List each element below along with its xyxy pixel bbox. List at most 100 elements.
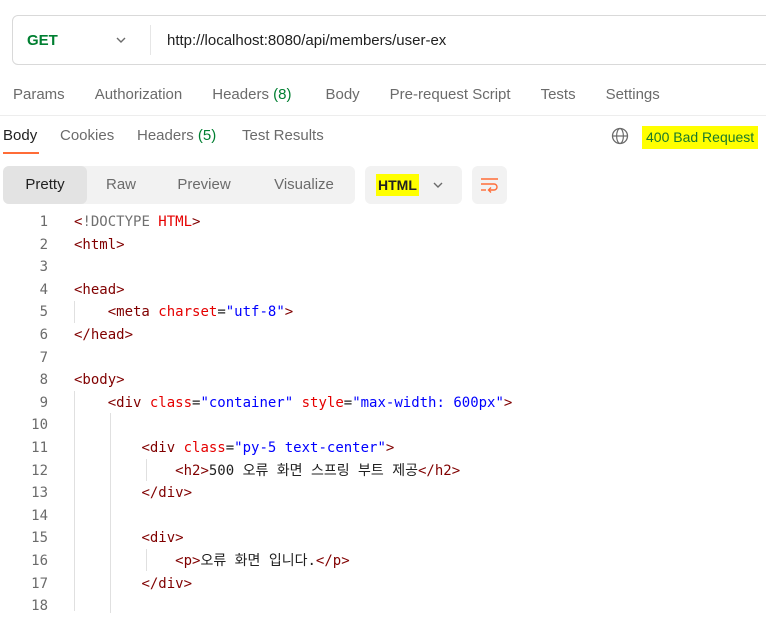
code-text: <body> (74, 369, 125, 392)
code-token: </h2> (417, 462, 461, 479)
code-line: 10 (0, 414, 766, 437)
view-mode-toggle: Pretty Raw Preview Visualize (3, 166, 355, 204)
line-number: 2 (39, 236, 48, 253)
active-tab-underline (3, 152, 39, 154)
code-token: > (385, 439, 395, 456)
tab-authorization[interactable]: Authorization (95, 86, 183, 103)
code-token: <div (141, 439, 176, 456)
code-token: 500 오류 화면 스프링 부트 제공 (208, 462, 418, 479)
code-line: 1 <!DOCTYPE HTML> (0, 211, 766, 234)
code-line: 14 (0, 505, 766, 528)
format-label: HTML (376, 174, 419, 196)
response-tab-body[interactable]: Body (3, 127, 37, 144)
tab-pre-request-script[interactable]: Pre-request Script (390, 86, 511, 103)
line-number: 4 (39, 281, 48, 298)
code-token: = (225, 439, 235, 456)
line-number: 9 (39, 394, 48, 411)
line-number: 18 (31, 598, 48, 615)
tab-settings[interactable]: Settings (606, 86, 660, 103)
view-visualize[interactable]: Visualize (253, 166, 355, 204)
response-tab-headers-label: Headers (137, 127, 194, 144)
code-line: 7 (0, 347, 766, 370)
tab-tests[interactable]: Tests (541, 86, 576, 103)
code-line: 3 (0, 256, 766, 279)
code-token: </p> (315, 552, 350, 569)
code-line: 4 <head> (0, 279, 766, 302)
response-headers-count-badge: (5) (197, 127, 217, 144)
line-number: 17 (31, 575, 48, 592)
view-raw[interactable]: Raw (87, 166, 155, 204)
tab-headers[interactable]: Headers (8) (212, 86, 291, 103)
code-token: <p> (175, 552, 201, 569)
line-number: 16 (31, 552, 48, 569)
wrap-lines-button[interactable] (472, 166, 507, 204)
divider (0, 115, 766, 116)
code-token: "py-5 text-center" (234, 439, 386, 456)
line-number: 14 (31, 507, 48, 524)
code-token: <html> (74, 236, 125, 253)
headers-count-badge: (8) (273, 86, 292, 103)
globe-icon[interactable] (610, 126, 630, 146)
request-url-bar: GET http://localhost:8080/api/members/us… (12, 15, 766, 65)
code-line: 15 <div> (0, 527, 766, 550)
method-select[interactable]: GET (13, 25, 151, 55)
response-tab-test-results[interactable]: Test Results (242, 127, 324, 144)
view-preview[interactable]: Preview (155, 166, 253, 204)
code-line: 11 <div class="py-5 text-center"> (0, 437, 766, 460)
code-token: HTML (149, 214, 193, 230)
code-text: </head> (74, 324, 133, 347)
code-token: <meta (107, 304, 150, 321)
code-token: "max-width: 600px" (352, 394, 504, 411)
line-number: 11 (31, 439, 48, 456)
code-token: </div> (141, 575, 193, 592)
code-text: <!DOCTYPE HTML> (74, 211, 200, 234)
line-number: 10 (31, 417, 48, 434)
code-token: <div (107, 394, 142, 411)
chevron-down-icon (116, 37, 126, 43)
code-text: </div> (74, 573, 192, 596)
response-tab-cookies[interactable]: Cookies (60, 127, 114, 144)
code-token: <head> (74, 281, 125, 298)
code-token: charset (149, 304, 218, 321)
code-line: 6 </head> (0, 324, 766, 347)
wrap-icon (481, 178, 498, 193)
method-label: GET (27, 31, 58, 49)
chevron-down-icon (433, 182, 443, 188)
view-pretty[interactable]: Pretty (3, 166, 87, 204)
format-select[interactable]: HTML (365, 166, 462, 204)
response-tab-headers[interactable]: Headers (5) (137, 127, 216, 144)
code-line: 2 <html> (0, 234, 766, 257)
code-token: class (175, 439, 226, 456)
code-text: <p>오류 화면 입니다.</p> (74, 550, 350, 573)
code-token: !DOCTYPE (82, 214, 150, 230)
code-token: = (217, 304, 226, 321)
code-line: 13 </div> (0, 482, 766, 505)
line-number: 8 (39, 372, 48, 389)
code-token: 오류 화면 입니다. (200, 552, 316, 569)
code-line: 18 (0, 595, 766, 618)
code-token: "utf-8" (225, 304, 285, 321)
response-body-editor[interactable]: 1 <!DOCTYPE HTML> 2 <html> 3 4 <head> 5 <meta c… (0, 211, 766, 618)
code-token: > (284, 304, 294, 321)
code-token: style (293, 394, 344, 411)
code-line: 5 <meta charset="utf-8"> (0, 301, 766, 324)
tab-headers-label: Headers (212, 86, 269, 103)
request-tabs: Params Authorization Headers (8) Body Pr… (13, 86, 660, 103)
url-input[interactable]: http://localhost:8080/api/members/user-e… (151, 32, 446, 49)
line-number: 13 (31, 485, 48, 502)
status-badge[interactable]: 400 Bad Request (642, 126, 759, 149)
code-token: class (141, 394, 193, 411)
code-token: </head> (74, 326, 134, 343)
line-number: 15 (31, 530, 48, 547)
code-text: </div> (74, 482, 192, 505)
code-token: > (503, 394, 513, 411)
code-line: 16 <p>오류 화면 입니다.</p> (0, 550, 766, 573)
code-line: 12 <h2>500 오류 화면 스프링 부트 제공</h2> (0, 460, 766, 483)
tab-params[interactable]: Params (13, 86, 65, 103)
tab-body[interactable]: Body (325, 86, 359, 103)
